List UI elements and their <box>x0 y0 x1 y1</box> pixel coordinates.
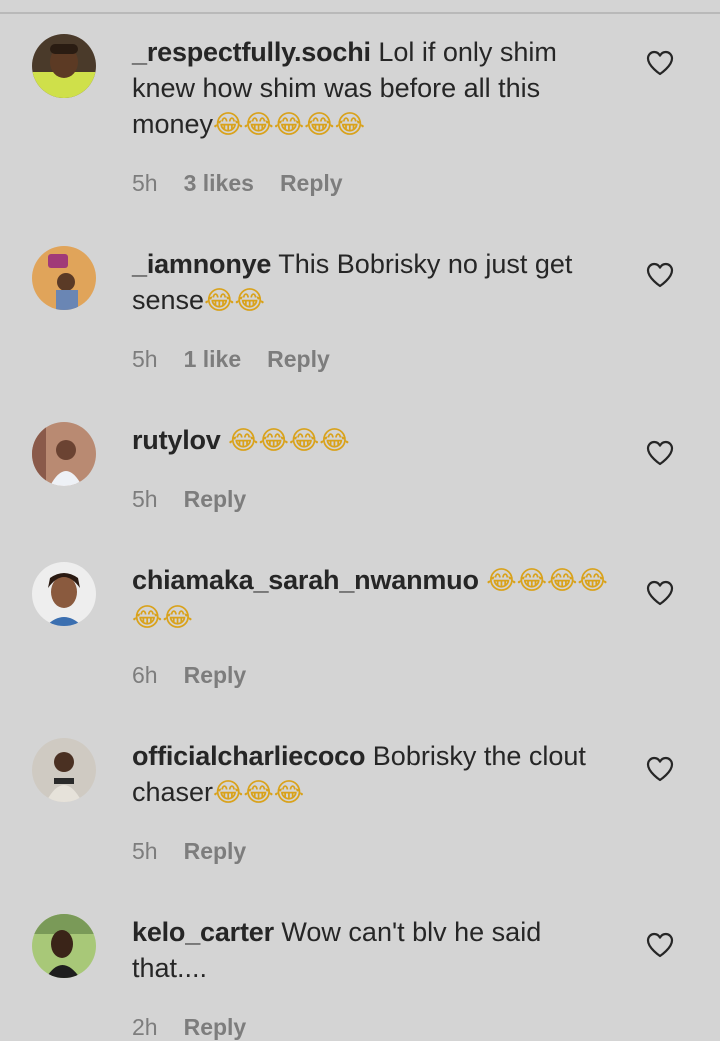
comment-time: 6h <box>132 662 158 688</box>
reply-button[interactable]: Reply <box>184 486 247 513</box>
avatar[interactable] <box>32 738 96 802</box>
reply-button[interactable]: Reply <box>280 170 343 197</box>
avatar[interactable] <box>32 246 96 310</box>
heart-outline-icon[interactable] <box>646 50 674 76</box>
comment-emoji: 😂😂😂😂😂 <box>213 110 365 140</box>
comment-text: rutylov 😂😂😂😂 <box>132 422 612 459</box>
comment-time: 5h <box>132 170 158 196</box>
avatar[interactable] <box>32 562 96 626</box>
reply-button[interactable]: Reply <box>184 662 247 689</box>
comment-time: 2h <box>132 1014 158 1040</box>
heart-outline-icon[interactable] <box>646 932 674 958</box>
comment-text: chiamaka_sarah_nwanmuo 😂😂😂😂😂😂 <box>132 562 612 636</box>
comment-text: kelo_carter Wow can't blv he said that..… <box>132 914 612 987</box>
comment-meta: 5h Reply <box>132 838 246 865</box>
comment-username[interactable]: _respectfully.sochi <box>132 37 371 67</box>
avatar[interactable] <box>32 422 96 486</box>
comment-likes[interactable]: 3 likes <box>184 170 254 197</box>
comment-meta: 5h 1 like Reply <box>132 346 330 373</box>
heart-outline-icon[interactable] <box>646 756 674 782</box>
comment-username[interactable]: _iamnonye <box>132 249 271 279</box>
comment-time: 5h <box>132 838 158 864</box>
comment-time: 5h <box>132 346 158 372</box>
heart-outline-icon[interactable] <box>646 440 674 466</box>
comment-meta: 5h Reply <box>132 486 246 513</box>
comment-emoji: 😂😂 <box>204 286 265 316</box>
avatar[interactable] <box>32 914 96 978</box>
comment-time: 5h <box>132 486 158 512</box>
heart-outline-icon[interactable] <box>646 580 674 606</box>
reply-button[interactable]: Reply <box>184 838 247 865</box>
comment-meta: 6h Reply <box>132 662 246 689</box>
comment-emoji: 😂😂😂😂 <box>228 426 350 456</box>
comment-username[interactable]: chiamaka_sarah_nwanmuo <box>132 565 479 595</box>
heart-outline-icon[interactable] <box>646 262 674 288</box>
comment-meta: 2h Reply <box>132 1014 246 1041</box>
comment-username[interactable]: officialcharliecoco <box>132 741 365 771</box>
comment-emoji: 😂😂😂 <box>213 778 305 808</box>
comment-text: _respectfully.sochi Lol if only shim kne… <box>132 34 612 143</box>
comment-meta: 5h 3 likes Reply <box>132 170 343 197</box>
avatar[interactable] <box>32 34 96 98</box>
comment-username[interactable]: kelo_carter <box>132 917 274 947</box>
top-divider <box>0 0 720 14</box>
reply-button[interactable]: Reply <box>184 1014 247 1041</box>
comment-text: _iamnonye This Bobrisky no just get sens… <box>132 246 612 319</box>
reply-button[interactable]: Reply <box>267 346 330 373</box>
comment-username[interactable]: rutylov <box>132 425 221 455</box>
comment-text: officialcharliecoco Bobrisky the clout c… <box>132 738 612 811</box>
comment-likes[interactable]: 1 like <box>184 346 242 373</box>
